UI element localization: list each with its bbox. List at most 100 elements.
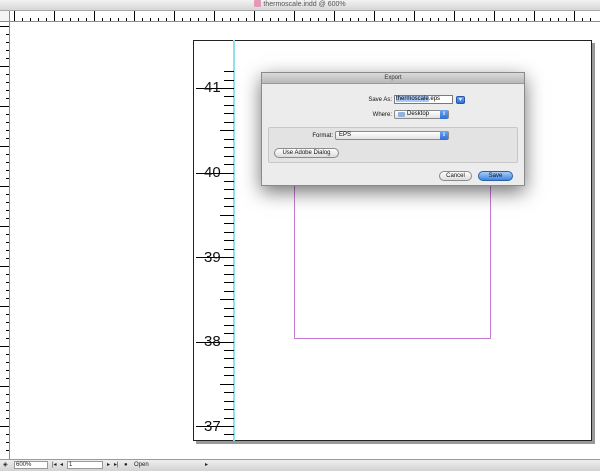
ruler-tick [118, 18, 119, 21]
save-as-label: Save As: [368, 97, 392, 103]
ruler-tick [6, 234, 9, 235]
ruler-tick [414, 11, 415, 21]
ruler-tick [582, 18, 583, 21]
ruler-tick [6, 418, 9, 419]
ruler-tick [318, 18, 319, 21]
use-adobe-dialog-button[interactable]: Use Adobe Dialog [274, 148, 339, 158]
scale-tick [224, 232, 234, 233]
ruler-tick [510, 18, 511, 21]
zoom-field[interactable]: 600% [14, 461, 48, 469]
ruler-tick [70, 18, 71, 21]
ruler-tick [358, 18, 359, 21]
ruler-tick [6, 322, 9, 323]
dialog-title: Export [262, 73, 524, 84]
save-as-input[interactable]: thermoscale.eps [394, 95, 453, 104]
scale-tick [224, 434, 234, 435]
ruler-tick [398, 18, 399, 21]
ruler-tick [326, 18, 327, 21]
ruler-tick [110, 18, 111, 21]
ruler-tick [462, 18, 463, 21]
ruler-tick [6, 250, 9, 251]
popup-arrows-icon: ⇕ [440, 131, 448, 140]
where-value: Desktop [407, 111, 430, 117]
save-button[interactable]: Save [478, 171, 513, 181]
ruler-tick [302, 18, 303, 21]
ruler-tick [6, 162, 9, 163]
ruler-tick [438, 18, 439, 21]
scale-tick [224, 392, 234, 393]
scale-tick [224, 147, 234, 148]
page-shadow [592, 43, 595, 444]
ruler-tick [6, 34, 9, 35]
ruler-tick [262, 18, 263, 21]
ruler-tick [78, 18, 79, 21]
text-frame[interactable] [294, 182, 491, 339]
format-popup[interactable]: EPS ⇕ [335, 131, 449, 140]
ruler-tick [382, 18, 383, 21]
ruler-tick [6, 354, 9, 355]
ruler-tick [22, 18, 23, 21]
ruler-tick [214, 11, 215, 21]
ruler-tick [518, 18, 519, 21]
ruler-tick [54, 11, 55, 21]
ruler-tick [0, 186, 9, 187]
page-shadow [196, 441, 595, 444]
ruler-tick [6, 210, 9, 211]
cancel-button[interactable]: Cancel [439, 171, 472, 181]
expand-dialog-button[interactable]: ▼ [456, 96, 465, 104]
ruler-tick [6, 122, 9, 123]
next-page-icon[interactable]: ▸ [107, 462, 110, 469]
ruler-tick [6, 42, 9, 43]
ruler-tick [0, 426, 9, 427]
ruler-tick [206, 18, 207, 21]
vertical-ruler[interactable] [0, 22, 10, 459]
ruler-tick [6, 82, 9, 83]
scale-tick [224, 333, 234, 334]
scale-tick [224, 223, 234, 224]
ruler-tick [310, 18, 311, 21]
ruler-tick [446, 18, 447, 21]
ruler-tick [6, 434, 9, 435]
horizontal-ruler[interactable] [10, 11, 600, 22]
ruler-tick [278, 18, 279, 21]
ruler-tick [6, 58, 9, 59]
ruler-tick [542, 18, 543, 21]
status-menu-arrow-icon[interactable]: ▸ [205, 462, 208, 469]
ruler-tick [590, 18, 591, 21]
scale-tick [224, 282, 234, 283]
previous-page-icon[interactable]: ◂ [60, 462, 63, 469]
ruler-tick [470, 18, 471, 21]
scale-tick [224, 164, 234, 165]
ruler-tick [198, 18, 199, 21]
scale-tick [224, 401, 234, 402]
page-field[interactable]: 1 [67, 461, 103, 469]
ruler-tick [6, 50, 9, 51]
format-options-box: Format: EPS ⇕ Use Adobe Dialog [268, 127, 518, 163]
where-popup[interactable]: Desktop ⇕ [394, 110, 449, 119]
ruler-tick [6, 138, 9, 139]
ruler-tick [478, 18, 479, 21]
chevron-down-icon: ▼ [458, 97, 463, 103]
ruler-tick [342, 18, 343, 21]
window-title: thermoscale.indd @ 600% [263, 1, 346, 8]
scale-tick [224, 240, 234, 241]
ruler-tick [166, 18, 167, 21]
popup-arrows-icon: ⇕ [440, 110, 448, 119]
ruler-tick [6, 170, 9, 171]
ruler-tick [174, 11, 175, 21]
scale-label-37: 37 [204, 418, 221, 435]
ruler-origin[interactable] [0, 11, 10, 22]
scale-tick [224, 139, 234, 140]
ruler-tick [406, 18, 407, 21]
ruler-tick [486, 18, 487, 21]
scale-tick [224, 113, 234, 114]
ruler-tick [6, 202, 9, 203]
last-page-icon[interactable]: ▸| [114, 462, 119, 469]
ruler-tick [6, 114, 9, 115]
first-page-icon[interactable]: |◂ [52, 462, 57, 469]
ruler-tick [6, 314, 9, 315]
ruler-tick [0, 266, 9, 267]
preview-icon[interactable]: ◈ [3, 462, 8, 469]
ruler-tick [6, 98, 9, 99]
ruler-tick [6, 178, 9, 179]
